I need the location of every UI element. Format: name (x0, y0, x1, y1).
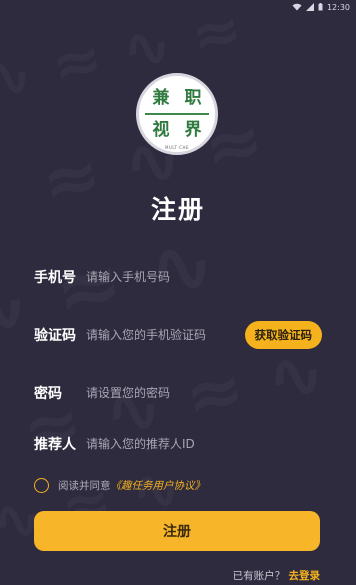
password-row: 密码 (34, 381, 322, 405)
login-prompt: 已有账户？ 去登录 (233, 568, 320, 583)
login-prefix: 已有账户？ (232, 570, 286, 582)
phone-row: 手机号 (34, 265, 322, 289)
referrer-input[interactable] (86, 437, 322, 451)
agreement-checkbox[interactable] (34, 478, 49, 493)
get-code-button[interactable]: 获取验证码 (244, 321, 322, 349)
logo-char-2: 职 (184, 87, 202, 108)
code-label: 验证码 (34, 328, 76, 344)
agreement-prefix: 阅读并同意 (58, 480, 111, 492)
wifi-icon (292, 3, 302, 11)
agreement-link[interactable]: 《趣任务用户协议》 (111, 478, 206, 493)
logo-char-4: 界 (184, 119, 202, 140)
signal-icon (305, 3, 314, 11)
password-input[interactable] (86, 386, 322, 400)
logo-divider (145, 113, 209, 115)
code-row: 验证码 获取验证码 (34, 321, 322, 349)
page-title: 注册 (150, 195, 205, 224)
battery-icon (318, 3, 323, 11)
logo-mark: 兼 职 视 界 MULT·CHE (145, 82, 209, 150)
login-link[interactable]: 去登录 (289, 570, 321, 582)
code-input[interactable] (86, 328, 239, 342)
register-button[interactable]: 注册 (34, 511, 320, 551)
app-logo: 兼 职 视 界 MULT·CHE (136, 73, 218, 155)
logo-char-3: 视 (152, 119, 170, 140)
logo-subtext: MULT·CHE (164, 145, 190, 150)
status-bar: 12:30 (0, 0, 356, 14)
referrer-row: 推荐人 (34, 432, 322, 456)
phone-label: 手机号 (34, 270, 76, 286)
referrer-label: 推荐人 (34, 437, 76, 453)
agreement-row: 阅读并同意 《趣任务用户协议》 (34, 478, 205, 493)
logo-char-1: 兼 (152, 87, 170, 108)
phone-input[interactable] (86, 270, 322, 284)
status-time: 12:30 (326, 2, 350, 12)
password-label: 密码 (34, 386, 62, 402)
